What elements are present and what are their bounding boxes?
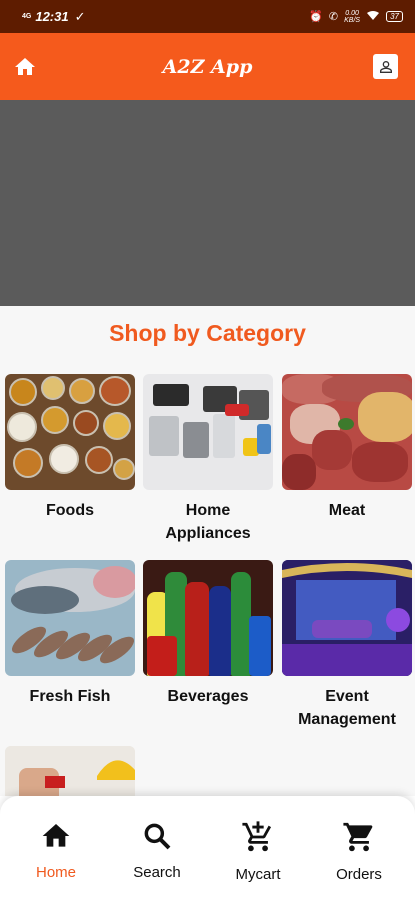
nav-label: Home bbox=[35, 864, 76, 881]
fresh-fish-image bbox=[5, 560, 135, 676]
speed-unit: KB/S bbox=[344, 16, 361, 24]
category-label: Meat bbox=[328, 502, 366, 519]
category-meat[interactable]: Meat bbox=[282, 374, 412, 522]
call-icon: ✆ bbox=[328, 11, 339, 23]
home-appliances-image bbox=[143, 374, 273, 490]
home-icon bbox=[42, 824, 70, 847]
foods-image bbox=[5, 374, 135, 490]
bottom-navigation: Home Search Mycart Orders bbox=[0, 796, 415, 900]
category-label: Fresh Fish bbox=[29, 688, 111, 705]
status-icons: ⏰ ✆ 0.00 KB/S 37 bbox=[309, 10, 403, 24]
beverages-image bbox=[143, 560, 273, 676]
banner-carousel[interactable] bbox=[0, 100, 415, 306]
category-section: Shop by Category Foods Home Appliances M… bbox=[0, 306, 415, 796]
person-icon bbox=[379, 60, 392, 73]
nav-orders[interactable]: Orders bbox=[309, 820, 409, 883]
alarm-icon: ⏰ bbox=[309, 11, 323, 23]
download-icon: ✓ bbox=[74, 8, 86, 24]
app-title: A2Z App bbox=[162, 55, 253, 78]
category-event-management[interactable]: Event Management bbox=[282, 560, 412, 731]
category-home-appliances[interactable]: Home Appliances bbox=[143, 374, 273, 545]
nav-mycart[interactable]: Mycart bbox=[208, 820, 308, 883]
nav-label: Search bbox=[133, 864, 181, 881]
section-title: Shop by Category bbox=[109, 320, 306, 346]
status-bar: 4G 12:31 ✓ ⏰ ✆ 0.00 KB/S 37 bbox=[0, 0, 415, 33]
category-label: Foods bbox=[46, 502, 94, 519]
event-management-image bbox=[282, 560, 412, 676]
category-foods[interactable]: Foods bbox=[5, 374, 135, 522]
category-services[interactable] bbox=[5, 746, 135, 796]
home-icon[interactable] bbox=[13, 55, 37, 79]
category-label: Home Appliances bbox=[165, 502, 251, 542]
search-icon bbox=[144, 823, 171, 850]
network-indicator: 4G bbox=[22, 13, 32, 20]
profile-button[interactable] bbox=[373, 54, 398, 79]
status-time: 12:31 bbox=[35, 9, 69, 24]
meat-image bbox=[282, 374, 412, 490]
category-label: Event Management bbox=[298, 688, 396, 728]
add-cart-icon bbox=[242, 821, 272, 852]
app-bar: A2Z App bbox=[0, 33, 415, 100]
speed-value: 0.00 bbox=[345, 9, 359, 17]
speed-indicator: 0.00 KB/S bbox=[344, 10, 360, 24]
nav-label: Orders bbox=[336, 866, 382, 883]
nav-home[interactable]: Home bbox=[6, 820, 106, 881]
category-label: Beverages bbox=[167, 688, 249, 705]
category-fresh-fish[interactable]: Fresh Fish bbox=[5, 560, 135, 708]
services-image bbox=[5, 746, 135, 796]
wifi-icon bbox=[366, 10, 380, 24]
battery-indicator: 37 bbox=[386, 11, 403, 22]
cart-icon bbox=[343, 822, 373, 852]
category-beverages[interactable]: Beverages bbox=[143, 560, 273, 708]
nav-label: Mycart bbox=[235, 866, 281, 883]
nav-search[interactable]: Search bbox=[107, 820, 207, 881]
